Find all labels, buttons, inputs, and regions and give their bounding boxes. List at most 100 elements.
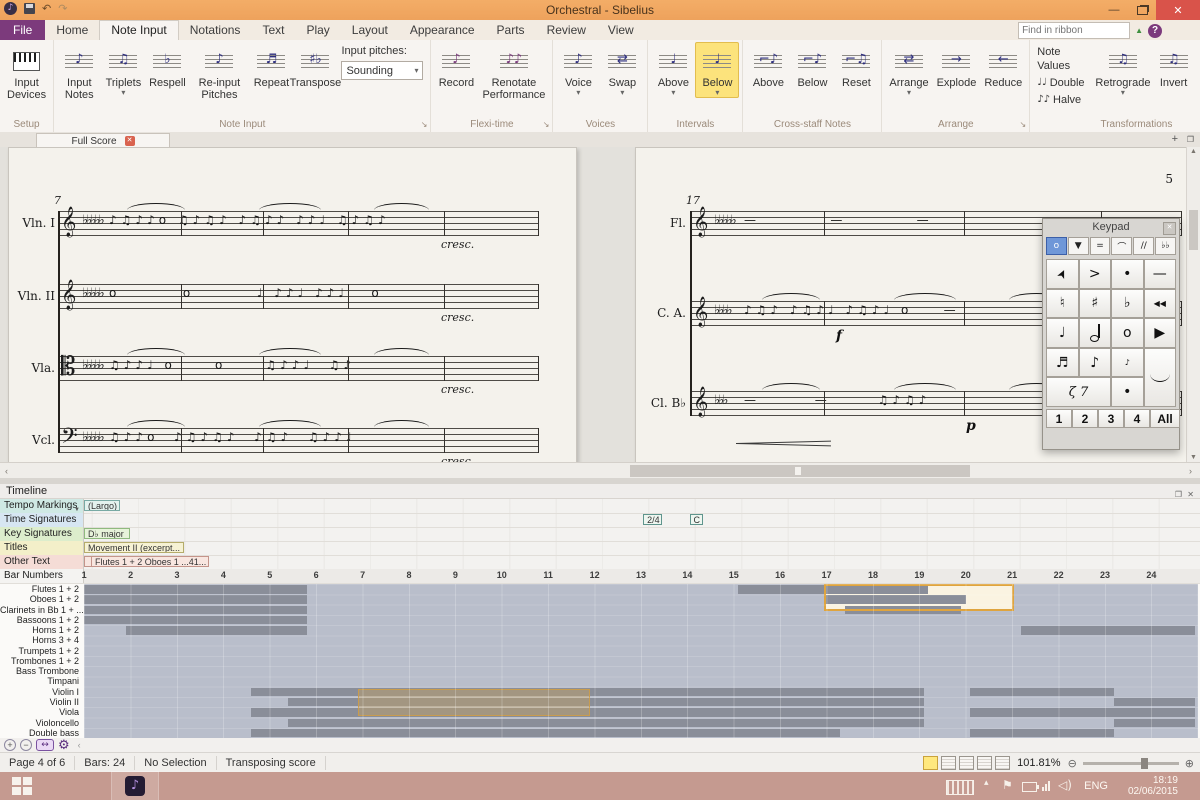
view-mode-pages-icon[interactable] bbox=[941, 756, 956, 770]
ribbon-button-invert[interactable]: ♫Invert bbox=[1152, 42, 1196, 90]
restore-button[interactable] bbox=[1128, 0, 1156, 20]
status-bars[interactable]: Bars: 24 bbox=[75, 756, 135, 770]
ribbon-button-halve[interactable]: ♪♪Halve bbox=[1037, 93, 1090, 107]
keypad-tab-beams[interactable]: = bbox=[1090, 237, 1111, 255]
show-hidden-icons-chevron[interactable]: ▴ bbox=[984, 778, 989, 788]
keypad-key-grace-note[interactable]: ♪ bbox=[1111, 348, 1144, 378]
ribbon-button-more[interactable]: ♬More▾ bbox=[1196, 42, 1200, 98]
keypad-voice-3[interactable]: 3 bbox=[1098, 409, 1124, 428]
keypad-close-icon[interactable]: ✕ bbox=[1163, 222, 1176, 235]
dropdown-arrow-icon[interactable]: ▾ bbox=[671, 89, 675, 97]
vertical-scrollbar[interactable]: ▲ ▼ bbox=[1186, 147, 1200, 462]
dialog-launcher-icon[interactable]: ↘ bbox=[421, 118, 428, 131]
ribbon-button-swap[interactable]: ⇄Swap▾ bbox=[600, 42, 644, 98]
ribbon-button-renotate-performance[interactable]: ♪♪Renotate Performance bbox=[478, 42, 549, 102]
close-button[interactable]: ✕ bbox=[1156, 0, 1200, 20]
tab-layout[interactable]: Layout bbox=[341, 21, 399, 40]
timeline-fit-width-button[interactable]: ↔ bbox=[36, 739, 54, 751]
dropdown-arrow-icon[interactable]: ▾ bbox=[907, 89, 911, 97]
timeline-event-largo[interactable]: (Largo) bbox=[84, 500, 120, 511]
keypad-key-half-note[interactable] bbox=[1079, 318, 1112, 348]
dropdown-arrow-icon[interactable]: ▾ bbox=[1121, 89, 1125, 97]
dropdown-arrow-icon[interactable]: ▾ bbox=[715, 89, 719, 97]
keypad-key-augmentation-dot[interactable]: • bbox=[1111, 377, 1144, 407]
timeline-instrument-trombones-1-2[interactable]: Trombones 1 + 2 bbox=[0, 656, 83, 666]
dialog-launcher-icon[interactable]: ↘ bbox=[1020, 118, 1027, 131]
ribbon-button-above[interactable]: ♩Above▾ bbox=[651, 42, 695, 98]
keypad-key-rewind[interactable]: ◀◀ bbox=[1144, 289, 1177, 319]
score-page-left[interactable]: Vln. I𝄞♭♭♭♭♭♪♫♪♪o ♫♪♫♪ ♪♫♪♪ ♪♪♩ ♫♪♫♪cres… bbox=[8, 147, 577, 462]
keypad-key-whole-note[interactable]: o bbox=[1111, 318, 1144, 348]
timeline-instrument-flutes-1-2[interactable]: Flutes 1 + 2 bbox=[0, 584, 83, 594]
timeline-scroll-left-icon[interactable]: ‹ bbox=[78, 740, 81, 750]
keypad-key-eighth-note[interactable]: ♪ bbox=[1079, 348, 1112, 378]
tab-review[interactable]: Review bbox=[536, 21, 597, 40]
timeline-instrument-violoncello[interactable]: Violoncello bbox=[0, 718, 83, 728]
keypad-tab-articulations[interactable]: ⌒ bbox=[1111, 237, 1132, 255]
ribbon-button-explode[interactable]: →Explode bbox=[933, 42, 981, 90]
action-center-flag-icon[interactable]: ⚑ bbox=[1002, 778, 1013, 792]
keypad-key-rest[interactable]: ζ 7 bbox=[1046, 377, 1111, 407]
horizontal-scrollbar[interactable]: ‹ › bbox=[0, 462, 1200, 479]
tab-text[interactable]: Text bbox=[251, 21, 295, 40]
timeline-instrument-timpani[interactable]: Timpani bbox=[0, 676, 83, 686]
volume-icon[interactable]: ◁) bbox=[1058, 778, 1072, 792]
keypad-voice-1[interactable]: 1 bbox=[1046, 409, 1072, 428]
ribbon-button-re-input-pitches[interactable]: ♪Re-input Pitches bbox=[189, 42, 249, 102]
ribbon-button-reset[interactable]: ⌐♫Reset bbox=[834, 42, 878, 90]
ribbon-button-double[interactable]: ♩♩Double bbox=[1037, 76, 1090, 90]
language-indicator[interactable]: ENG bbox=[1084, 780, 1108, 792]
view-mode-spread-icon[interactable] bbox=[959, 756, 974, 770]
timeline-instrument-bass-trombone[interactable]: Bass Trombone bbox=[0, 666, 83, 676]
keypad-voice-all[interactable]: All bbox=[1150, 409, 1180, 428]
timeline-zoom-in-button[interactable]: + bbox=[4, 739, 16, 751]
start-button[interactable] bbox=[12, 777, 32, 795]
document-tab-full-score[interactable]: Full Score ✕ bbox=[36, 133, 170, 148]
tab-note-input[interactable]: Note Input bbox=[99, 20, 178, 40]
timeline-instrument-horns-3-4[interactable]: Horns 3 + 4 bbox=[0, 635, 83, 645]
keypad-voice-2[interactable]: 2 bbox=[1072, 409, 1098, 428]
dropdown-arrow-icon[interactable]: ▾ bbox=[576, 89, 580, 97]
tab-close-icon[interactable]: ✕ bbox=[125, 136, 135, 146]
timeline-event-c[interactable]: C bbox=[690, 514, 703, 525]
tab-play[interactable]: Play bbox=[295, 21, 340, 40]
scroll-down-icon[interactable]: ▼ bbox=[1190, 454, 1197, 461]
taskbar-clock[interactable]: 18:19 02/06/2015 bbox=[1128, 775, 1178, 797]
new-tab-button[interactable]: + bbox=[1172, 133, 1178, 145]
keypad-key-tie[interactable] bbox=[1144, 348, 1177, 407]
timeline-header[interactable]: Timeline ❐ ✕ bbox=[0, 484, 1200, 499]
ribbon-button-arrange[interactable]: ⇄Arrange▾ bbox=[885, 42, 932, 98]
keypad-tab-voices[interactable]: ▼ bbox=[1068, 237, 1089, 255]
ribbon-button-input-notes[interactable]: ♪Input Notes bbox=[57, 42, 101, 102]
timeline-instrument-viola[interactable]: Viola bbox=[0, 707, 83, 717]
score-area[interactable]: Vln. I𝄞♭♭♭♭♭♪♫♪♪o ♫♪♫♪ ♪♫♪♪ ♪♪♩ ♫♪♫♪cres… bbox=[0, 147, 1200, 462]
scroll-left-icon[interactable]: ‹ bbox=[5, 466, 8, 476]
view-mode-single-icon[interactable] bbox=[977, 756, 992, 770]
status-transposing[interactable]: Transposing score bbox=[217, 756, 326, 770]
dropdown-arrow-icon[interactable]: ▾ bbox=[121, 89, 125, 97]
zoom-out-icon[interactable]: ⊖ bbox=[1068, 757, 1077, 770]
battery-icon[interactable] bbox=[1022, 782, 1037, 792]
keypad-key-natural[interactable]: ♮ bbox=[1046, 289, 1079, 319]
status-page[interactable]: Page 4 of 6 bbox=[0, 756, 75, 770]
zoom-slider-handle[interactable] bbox=[1141, 758, 1148, 769]
timeline-settings-icon[interactable]: ⚙ bbox=[58, 739, 70, 752]
timeline-instrument-horns-1-2[interactable]: Horns 1 + 2 bbox=[0, 625, 83, 635]
timeline-instrument-bassoons-1-2[interactable]: Bassoons 1 + 2 bbox=[0, 615, 83, 625]
keypad-key-sixteenth-note[interactable]: ♬ bbox=[1046, 348, 1079, 378]
timeline-event-2-4[interactable]: 2/4 bbox=[643, 514, 662, 525]
keypad-key-flat[interactable]: ♭ bbox=[1111, 289, 1144, 319]
tab-list-icon[interactable]: ❐ bbox=[1187, 135, 1194, 144]
ribbon-button-respell[interactable]: ♭Respell bbox=[145, 42, 189, 90]
ribbon-button-above[interactable]: ⌐♪Above bbox=[746, 42, 790, 90]
network-icon[interactable] bbox=[1042, 781, 1050, 791]
keypad-tab-jazz[interactable]: // bbox=[1133, 237, 1154, 255]
keypad-tab-common-notes[interactable]: o bbox=[1046, 237, 1067, 255]
tab-home[interactable]: Home bbox=[45, 21, 99, 40]
tab-view[interactable]: View bbox=[597, 21, 645, 40]
dropdown-arrow-icon[interactable]: ▾ bbox=[620, 89, 624, 97]
ribbon-button-below[interactable]: ⌐♪Below bbox=[790, 42, 834, 90]
timeline-instrument-violin-i[interactable]: Violin I bbox=[0, 687, 83, 697]
tab-notations[interactable]: Notations bbox=[179, 21, 252, 40]
ribbon-button-note-values[interactable]: Note Values bbox=[1037, 45, 1090, 73]
